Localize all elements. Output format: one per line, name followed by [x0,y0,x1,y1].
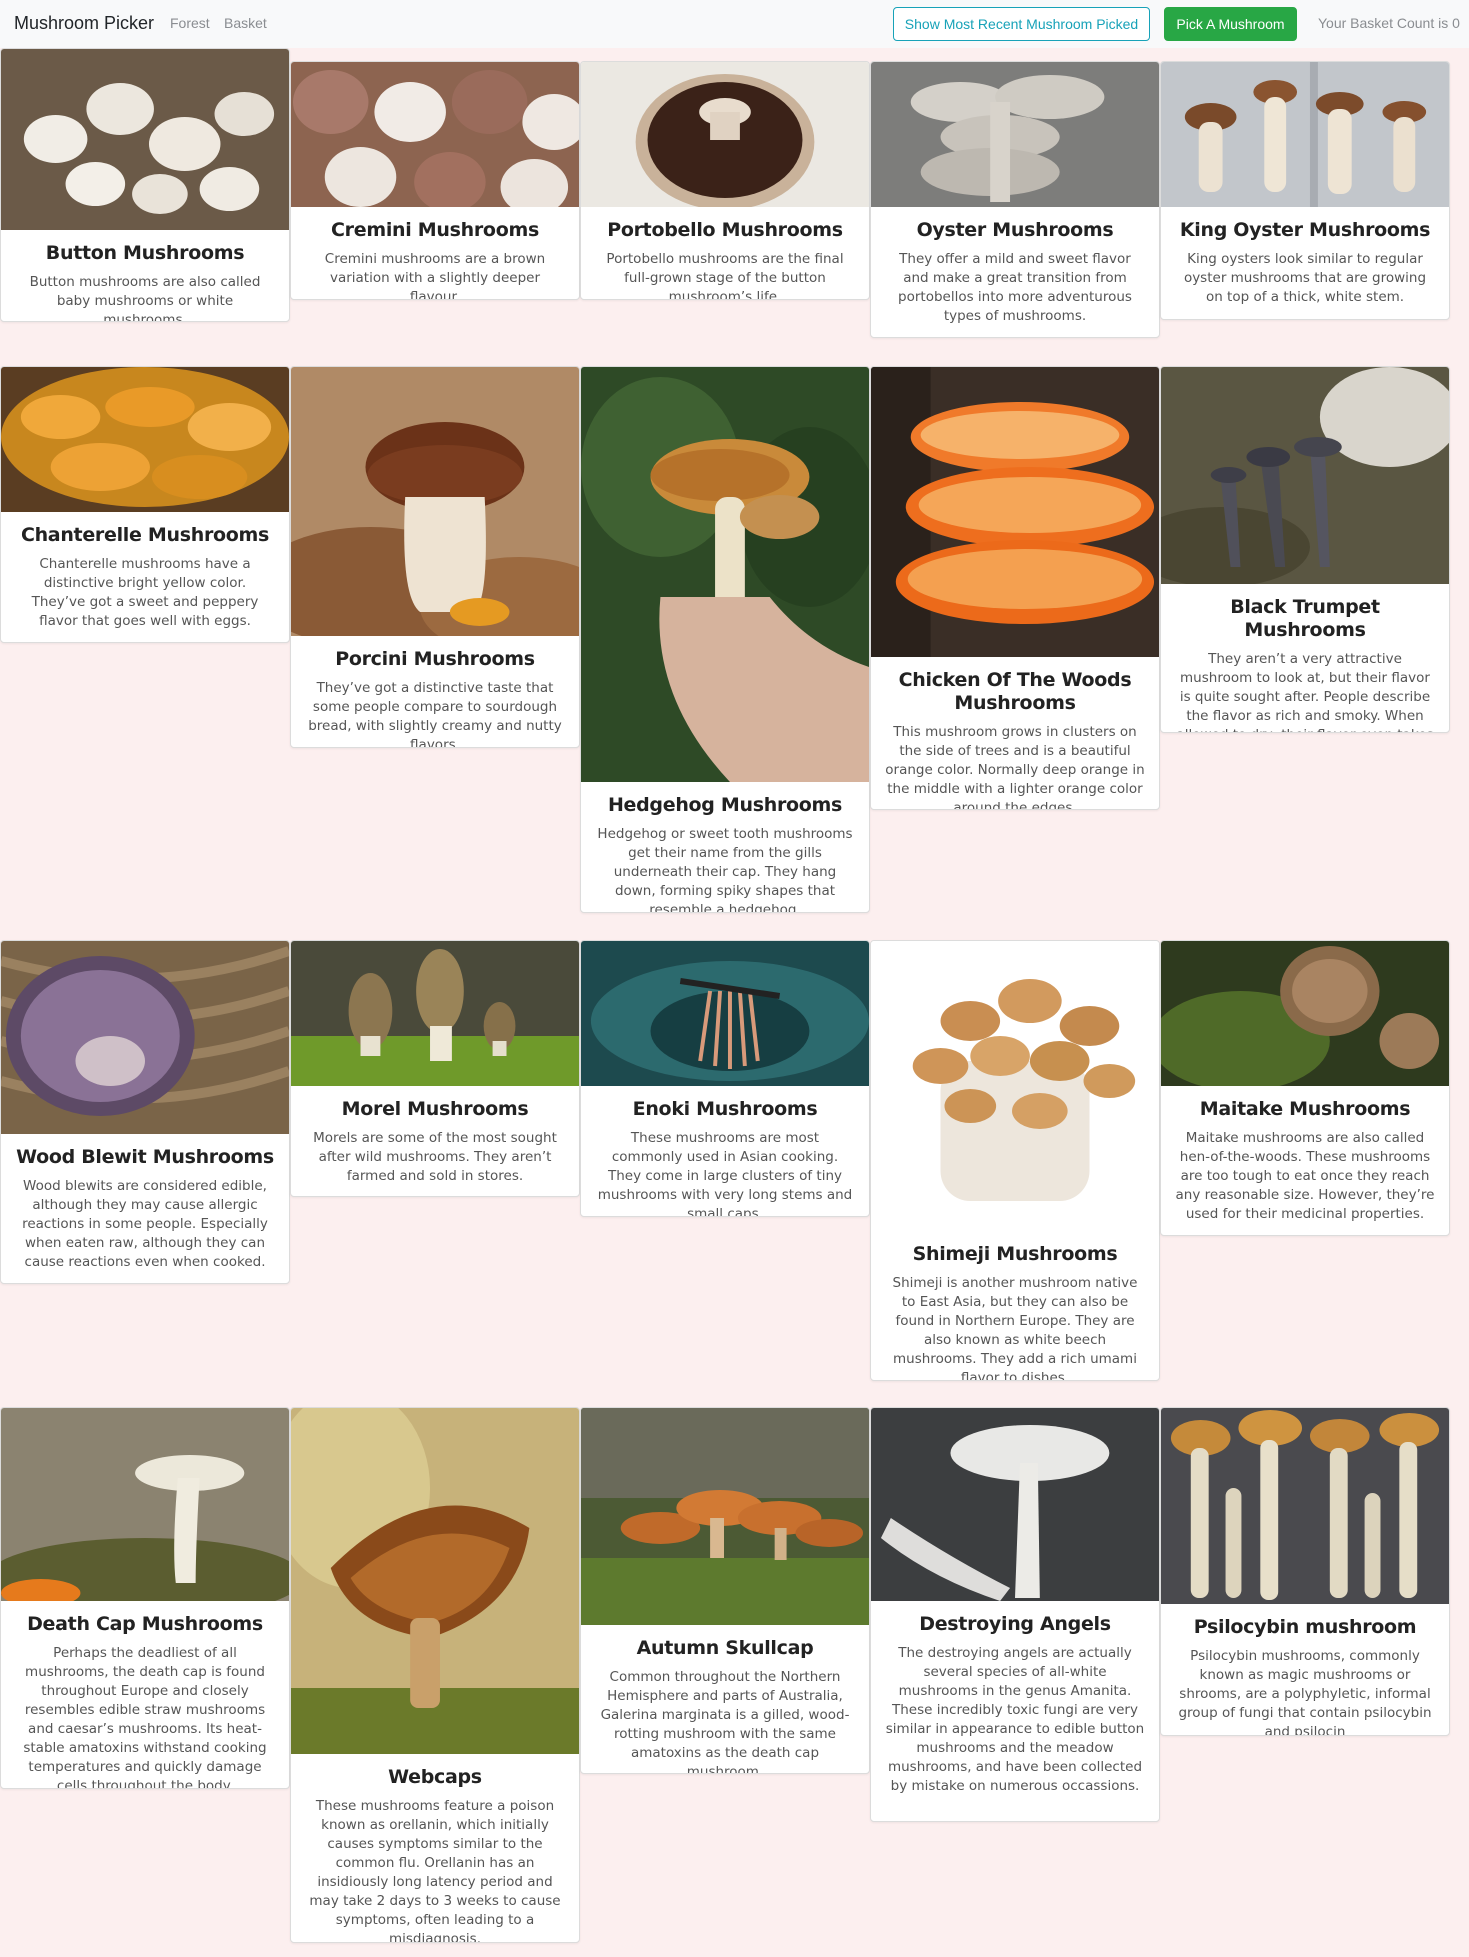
mushroom-image [871,941,1159,1231]
mushroom-name: Portobello Mushrooms [607,219,843,241]
mushroom-card[interactable]: King Oyster Mushrooms King oysters look s… [1160,61,1450,320]
mushroom-card[interactable]: Maitake Mushrooms Maitake mushrooms are a… [1160,940,1450,1236]
mushroom-card[interactable]: Oyster Mushrooms They offer a mild and sw… [870,61,1160,338]
mushroom-image [1,367,289,512]
mushroom-description: Shimeji is another mushroom native to Ea… [892,1275,1138,1381]
mushroom-name: Hedgehog Mushrooms [607,794,843,816]
mushroom-description: Psilocybin mushrooms, commonly known as … [1178,1648,1432,1736]
mushroom-name: King Oyster Mushrooms [1179,219,1431,241]
mushroom-name: Black Trumpet Mushrooms [1230,596,1380,641]
mushroom-image [871,367,1159,657]
mushroom-card[interactable]: Autumn Skullcap Common throughout the Nor… [580,1407,870,1774]
mushroom-description: Morels are some of the most sought after… [313,1130,557,1184]
mushroom-image [581,1408,869,1625]
mushroom-description: Button mushrooms are also called baby mu… [29,274,261,322]
mushroom-name: Cremini Mushrooms [331,219,539,241]
mushroom-description: Maitake mushrooms are also called hen-of… [1175,1130,1435,1222]
mushroom-card[interactable]: Destroying Angels The destroying angels a… [870,1407,1160,1822]
pick-mushroom-button[interactable]: Pick A Mushroom [1164,7,1297,41]
mushroom-name: Wood Blewit Mushrooms [16,1146,274,1168]
nav-link-basket[interactable]: Basket [224,15,267,31]
mushroom-image [871,1408,1159,1601]
mushroom-image [1,941,289,1134]
mushroom-image [581,367,869,782]
show-recent-button[interactable]: Show Most Recent Mushroom Picked [893,7,1150,41]
mushroom-description: Cremini mushrooms are a brown variation … [324,251,546,300]
mushroom-card[interactable]: Cremini Mushrooms Cremini mushrooms are a… [290,61,580,300]
mushroom-name: Destroying Angels [919,1613,1111,1635]
mushroom-image [291,941,579,1086]
mushroom-description: Perhaps the deadliest of all mushrooms, … [23,1645,267,1789]
mushroom-card[interactable]: Chicken Of The Woods Mushrooms This mushr… [870,366,1160,810]
mushroom-card[interactable]: Chanterelle Mushrooms Chanterelle mushroo… [0,366,290,643]
mushroom-image [581,62,869,207]
mushroom-card[interactable]: Shimeji Mushrooms Shimeji is another mush… [870,940,1160,1381]
mushroom-name: Chicken Of The Woods Mushrooms [898,669,1132,714]
mushroom-name: Shimeji Mushrooms [912,1243,1118,1265]
mushroom-card[interactable]: Death Cap Mushrooms Perhaps the deadliest… [0,1407,290,1789]
mushroom-name: Autumn Skullcap [636,1637,814,1659]
mushroom-card[interactable]: Morel Mushrooms Morels are some of the mo… [290,940,580,1197]
nav-link-forest[interactable]: Forest [170,15,210,31]
navbar: Mushroom Picker Forest Basket Show Most … [0,0,1469,48]
mushroom-description: Wood blewits are considered edible, alth… [22,1178,268,1270]
mushroom-image [1,1408,289,1601]
mushroom-name: Death Cap Mushrooms [27,1613,263,1635]
mushroom-description: They offer a mild and sweet flavor and m… [898,251,1132,324]
mushroom-description: They’ve got a distinctive taste that som… [308,680,562,748]
mushroom-description: They aren’t a very attractive mushroom t… [1176,651,1433,732]
mushroom-card[interactable]: Button Mushrooms Button mushrooms are als… [0,48,290,322]
mushroom-name: Maitake Mushrooms [1199,1098,1411,1120]
mushroom-description: Hedgehog or sweet tooth mushrooms get th… [597,826,853,913]
mushroom-image [291,62,579,207]
mushroom-image [291,1408,579,1754]
mushroom-image [1,49,289,230]
mushroom-card[interactable]: Enoki Mushrooms These mushrooms are most … [580,940,870,1217]
mushroom-image [1161,62,1449,207]
mushroom-card[interactable]: Wood Blewit Mushrooms Wood blewits are co… [0,940,290,1284]
mushroom-name: Oyster Mushrooms [916,219,1114,241]
mushroom-card[interactable]: Hedgehog Mushrooms Hedgehog or sweet toot… [580,366,870,913]
mushroom-card[interactable]: Webcaps These mushrooms feature a poison … [290,1407,580,1943]
mushroom-name: Button Mushrooms [45,242,245,264]
mushroom-image [871,62,1159,207]
mushroom-image [1161,1408,1449,1604]
mushroom-name: Enoki Mushrooms [632,1098,818,1120]
mushroom-name: Chanterelle Mushrooms [20,524,270,546]
mushroom-description: These mushrooms feature a poison known a… [309,1798,561,1943]
mushroom-card[interactable]: Psilocybin mushroom Psilocybin mushrooms,… [1160,1407,1450,1736]
mushroom-description: This mushroom grows in clusters on the s… [885,724,1145,810]
mushroom-description: Portobello mushrooms are the final full-… [606,251,844,300]
mushroom-description: Common throughout the Northern Hemispher… [600,1669,850,1774]
mushroom-description: These mushrooms are most commonly used i… [597,1130,853,1217]
mushroom-image [291,367,579,636]
mushroom-card[interactable]: Black Trumpet Mushrooms They aren’t a ver… [1160,366,1450,733]
mushroom-name: Webcaps [388,1766,482,1788]
mushroom-image [1161,367,1449,584]
mushroom-image [1161,941,1449,1086]
brand[interactable]: Mushroom Picker [14,13,154,34]
mushroom-name: Porcini Mushrooms [335,648,535,670]
mushroom-description: Chanterelle mushrooms have a distinctive… [31,556,259,629]
mushroom-description: The destroying angels are actually sever… [885,1645,1145,1794]
mushroom-card[interactable]: Portobello Mushrooms Portobello mushrooms… [580,61,870,300]
mushroom-name: Morel Mushrooms [341,1098,529,1120]
basket-count: Your Basket Count is 0 [1318,15,1460,31]
mushroom-card[interactable]: Porcini Mushrooms They’ve got a distincti… [290,366,580,748]
mushroom-description: King oysters look similar to regular oys… [1183,251,1427,305]
mushroom-image [581,941,869,1086]
mushroom-name: Psilocybin mushroom [1193,1616,1417,1638]
